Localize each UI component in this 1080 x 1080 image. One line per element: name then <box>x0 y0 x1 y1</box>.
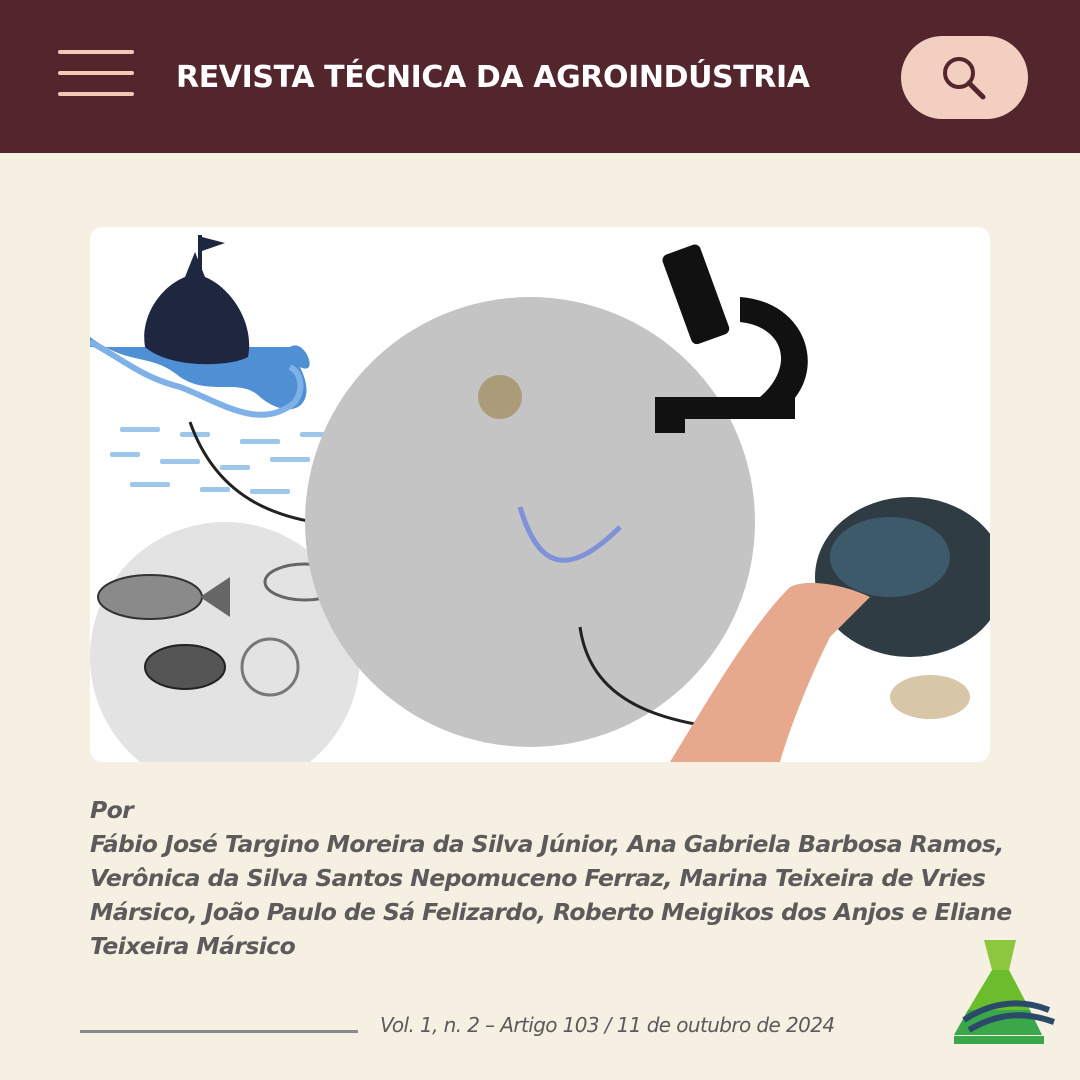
journal-logo-icon <box>954 940 1056 1044</box>
search-button[interactable] <box>901 36 1028 119</box>
search-icon <box>943 57 986 100</box>
byline: Por Fábio José Targino Moreira da Silva … <box>90 793 1020 963</box>
top-bar: REVISTA TÉCNICA DA AGROINDÚSTRIA <box>0 0 1080 153</box>
divider <box>80 1030 358 1033</box>
author-list: Fábio José Targino Moreira da Silva Júni… <box>90 830 1012 960</box>
hamburger-menu-icon[interactable] <box>58 48 136 98</box>
microscope-view <box>305 297 755 747</box>
byline-prefix: Por <box>90 796 134 824</box>
article-illustration <box>90 227 990 762</box>
fish-icon <box>97 574 203 620</box>
citation: Vol. 1, n. 2 – Artigo 103 / 11 de outubr… <box>380 1013 835 1037</box>
site-title[interactable]: REVISTA TÉCNICA DA AGROINDÚSTRIA <box>176 56 810 100</box>
mussel-icon <box>144 644 226 690</box>
